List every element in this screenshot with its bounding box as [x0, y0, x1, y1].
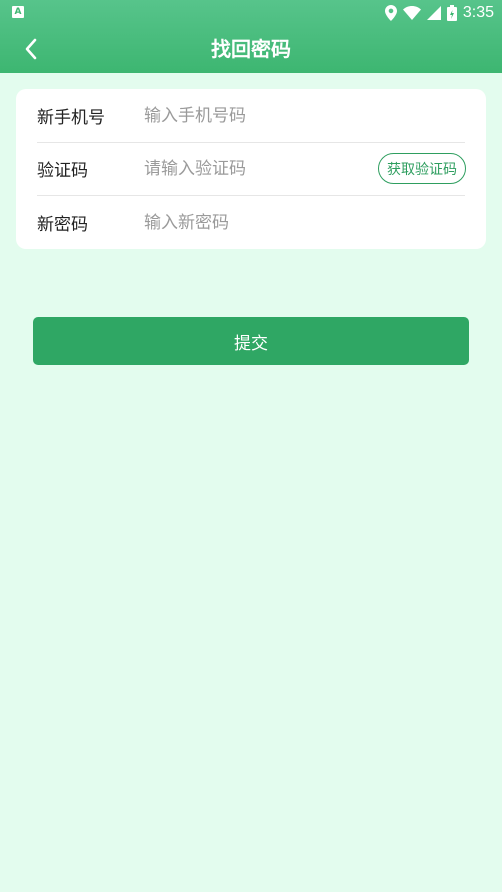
status-icons: 3:35 — [384, 3, 494, 23]
submit-button[interactable]: 提交 — [33, 317, 469, 365]
phone-row: 新手机号 — [37, 89, 465, 142]
code-row: 验证码 获取验证码 — [37, 142, 466, 195]
new-password-input[interactable] — [144, 202, 465, 243]
code-label: 验证码 — [37, 161, 88, 181]
form-card: 新手机号 验证码 获取验证码 新密码 — [16, 89, 486, 249]
signal-icon — [426, 6, 441, 20]
page-title: 找回密码 — [211, 37, 291, 61]
get-code-button[interactable]: 获取验证码 — [378, 153, 466, 184]
battery-icon — [446, 5, 457, 21]
location-icon — [384, 5, 397, 21]
a-icon: A — [12, 6, 24, 18]
wifi-icon — [402, 6, 421, 20]
phone-input[interactable] — [144, 95, 465, 136]
password-row: 新密码 — [37, 196, 465, 249]
app-header: A 3:35 找回密码 — [0, 0, 502, 73]
status-bar: A 3:35 — [0, 0, 502, 26]
status-time: 3:35 — [462, 4, 494, 21]
phone-label: 新手机号 — [37, 108, 105, 128]
code-input[interactable] — [144, 148, 378, 189]
password-label: 新密码 — [37, 215, 88, 235]
